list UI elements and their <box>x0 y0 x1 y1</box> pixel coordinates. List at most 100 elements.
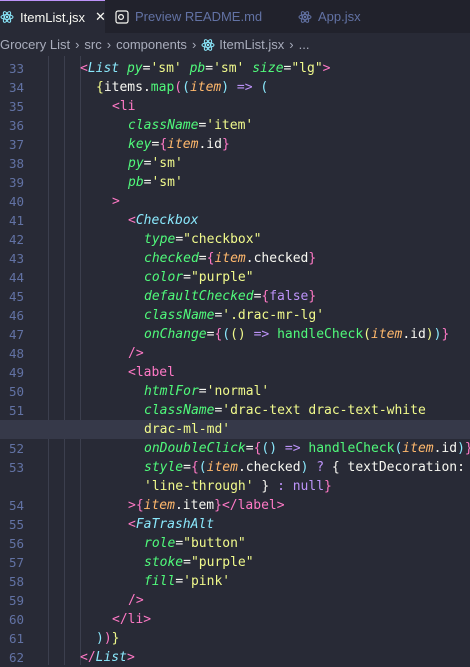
code-token: pb <box>181 61 206 76</box>
code-line[interactable]: 36 className='item' <box>0 116 470 135</box>
code-line[interactable]: 43 checked={item.checked} <box>0 249 470 268</box>
code-line[interactable]: 51 className='drac-text drac-text-white <box>0 401 470 420</box>
code-line[interactable]: drac-ml-md' <box>0 420 470 439</box>
code-line[interactable]: 33 <List py='sm' pb='sm' size="lg"> <box>0 59 470 78</box>
code-line[interactable]: 34 {items.map((item) => ( <box>0 78 470 97</box>
line-number: 40 <box>8 194 24 209</box>
line-number: 59 <box>8 593 24 608</box>
code-token: py <box>119 61 143 76</box>
code-token: ( <box>182 80 190 95</box>
code-text: > <box>112 192 120 211</box>
code-token: </li> <box>112 612 152 627</box>
code-token: onDoubleClick <box>144 441 246 456</box>
code-line[interactable]: 35 <li <box>0 97 470 116</box>
code-text: className='.drac-mr-lg' <box>144 306 324 325</box>
code-token: item <box>143 498 175 513</box>
code-line[interactable]: 57 stoke="purple" <box>0 553 470 572</box>
chevron-right-icon: › <box>75 37 80 52</box>
code-token: { <box>190 460 199 475</box>
code-token: null <box>292 479 325 494</box>
code-line[interactable]: 60 </li> <box>0 610 470 629</box>
code-token: ( <box>198 460 207 475</box>
code-token: .item <box>174 498 215 513</box>
code-token: <label <box>128 365 175 380</box>
tab-app[interactable]: App.jsx <box>298 0 361 33</box>
code-line[interactable]: 54 >{item.item}</label> <box>0 496 470 515</box>
code-text: drac-ml-md' <box>144 420 230 439</box>
code-line[interactable]: 'line-through' } : null} <box>0 477 470 496</box>
breadcrumb-item[interactable]: ... <box>299 37 310 52</box>
tab-label: Preview README.md <box>135 9 263 24</box>
code-token: = <box>198 384 207 399</box>
code-text: <Checkbox <box>128 211 198 230</box>
code-token: map <box>150 80 175 95</box>
code-token: < <box>128 213 136 228</box>
code-text: className='item' <box>128 116 253 135</box>
code-token: htmlFor <box>144 384 199 399</box>
breadcrumb-item[interactable]: Grocery List <box>0 37 70 52</box>
breadcrumb-item[interactable]: components <box>116 37 187 52</box>
tab-itemlist[interactable]: ItemList.jsx ✕ <box>0 0 106 33</box>
code-token: } <box>308 289 317 304</box>
code-line[interactable]: 46 className='.drac-mr-lg' <box>0 306 470 325</box>
code-token: = <box>183 555 191 570</box>
line-number: 44 <box>8 270 24 285</box>
code-editor[interactable]: 33 <List py='sm' pb='sm' size="lg"> 34 {ite… <box>0 56 470 665</box>
code-text: </List> <box>80 648 135 667</box>
code-line[interactable]: 47 onChange={(() => handleCheck(item.id))… <box>0 325 470 344</box>
code-line[interactable]: 37 key={item.id} <box>0 135 470 154</box>
chevron-right-icon: › <box>106 37 112 52</box>
code-token: = <box>183 460 191 475</box>
code-line[interactable]: 49 <label <box>0 363 470 382</box>
code-line[interactable]: 45 defaultChecked={false} <box>0 287 470 306</box>
code-token: } <box>465 441 470 456</box>
code-token: < <box>128 517 136 532</box>
code-line[interactable]: 53 style={(item.checked) ? { textDecorati… <box>0 458 470 477</box>
line-number: 62 <box>8 650 24 665</box>
code-line[interactable]: 55 <FaTrashAlt <box>0 515 470 534</box>
close-icon[interactable]: ✕ <box>95 9 106 25</box>
code-line[interactable]: 42 type="checkbox" <box>0 230 470 249</box>
code-line[interactable]: 41 <Checkbox <box>0 211 470 230</box>
code-token: = <box>175 232 184 247</box>
line-number: 39 <box>8 175 24 190</box>
code-line[interactable]: 61))} <box>0 629 470 648</box>
code-line[interactable]: 50 htmlFor='normal' <box>0 382 470 401</box>
react-icon <box>0 10 14 24</box>
code-line[interactable]: 59 /> <box>0 591 470 610</box>
code-text: type="checkbox" <box>144 230 261 249</box>
code-token: </label> <box>221 498 285 513</box>
code-text: className='drac-text drac-text-white <box>144 401 426 420</box>
code-line[interactable]: 48 /> <box>0 344 470 363</box>
preview-icon <box>115 9 129 24</box>
react-icon <box>298 10 312 24</box>
breadcrumb-item[interactable]: src <box>84 37 101 52</box>
code-line[interactable]: 39 pb='sm' <box>0 173 470 192</box>
code-token: style <box>144 460 184 475</box>
code-line[interactable]: 38 py='sm' <box>0 154 470 173</box>
code-line[interactable]: 44 color="purple" <box>0 268 470 287</box>
code-token: } <box>214 498 222 513</box>
code-line[interactable]: 56 role="button" <box>0 534 470 553</box>
code-text: {items.map((item) => ( <box>96 78 268 97</box>
code-token: role <box>144 536 176 551</box>
code-line[interactable]: 58 fill='pink' <box>0 572 470 591</box>
code-line[interactable]: 40 > <box>0 192 470 211</box>
line-number: 58 <box>8 574 24 589</box>
code-token: = <box>198 251 207 266</box>
code-token: handleCheck <box>308 441 395 456</box>
line-number: 33 <box>8 61 24 76</box>
code-token: () <box>261 441 278 456</box>
code-token: => <box>236 80 253 95</box>
code-token: handleCheck <box>277 327 364 342</box>
line-number: 50 <box>8 384 24 399</box>
code-line[interactable]: 62 </List> <box>0 648 470 667</box>
code-line[interactable]: 52 onDoubleClick={() => handleCheck(item.… <box>0 439 470 458</box>
code-token: .id <box>433 441 458 456</box>
code-token: => <box>284 441 301 456</box>
code-token: = <box>245 441 254 456</box>
breadcrumb-item[interactable]: ItemList.jsx <box>219 37 284 52</box>
tab-preview-readme[interactable]: Preview README.md <box>115 0 262 33</box>
code-token: = <box>205 61 214 76</box>
